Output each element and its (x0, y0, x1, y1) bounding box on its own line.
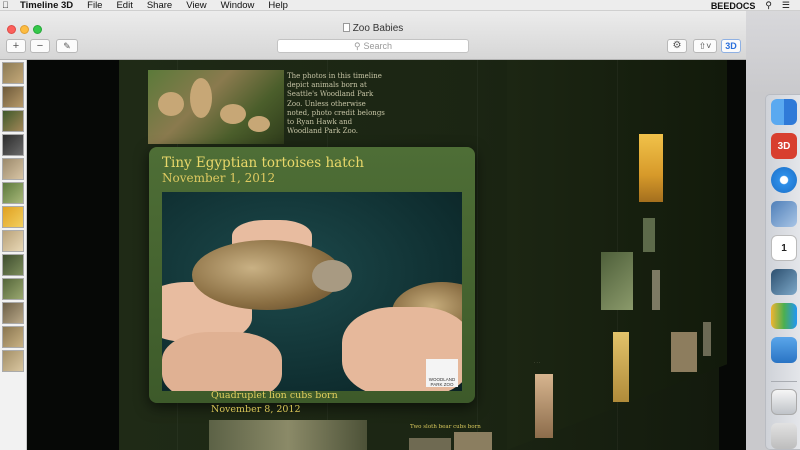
menubar-status-label[interactable]: BEEDOCS (711, 1, 756, 11)
add-event-button[interactable]: + (6, 39, 26, 53)
timeline-intro-text: The photos in this timeline depict anima… (287, 72, 385, 136)
numbers-icon[interactable] (771, 303, 797, 329)
event-thumbnail[interactable] (2, 206, 24, 228)
title-bar: Zoo Babies + − ✎ ⚲ Search ⚙ ⇧˅ 3D (0, 11, 746, 60)
event-thumbnail[interactable] (2, 230, 24, 252)
intro-photo[interactable] (148, 70, 284, 144)
far-event-title: Two sloth bear cubs born (410, 424, 481, 430)
event-thumbnail[interactable] (2, 350, 24, 372)
far-event-photo[interactable] (652, 270, 660, 310)
tortoise-head-shape (312, 260, 352, 292)
event-photo[interactable] (209, 420, 367, 450)
event-thumbnail[interactable] (2, 326, 24, 348)
far-event-photo[interactable] (535, 374, 553, 438)
lion-cub-shape (158, 92, 184, 116)
event-thumbnail[interactable] (2, 134, 24, 156)
far-event-photo[interactable] (639, 134, 663, 202)
menu-help[interactable]: Help (268, 0, 288, 11)
event-title: Tiny Egyptian tortoises hatch (162, 155, 364, 171)
minus-icon: − (36, 39, 44, 52)
settings-button[interactable]: ⚙ (667, 39, 687, 53)
calendar-icon[interactable]: 1 (771, 235, 797, 261)
trash-icon[interactable] (771, 389, 797, 415)
event-date: November 8, 2012 (211, 404, 301, 415)
timeline-3d-view[interactable]: The photos in this timeline depict anima… (27, 60, 746, 450)
control-center-icon[interactable]: ☰ (782, 0, 790, 11)
menu-app-name[interactable]: Timeline 3D (20, 0, 73, 11)
event-card-lion-cubs[interactable]: Quadruplet lion cubs born November 8, 20… (197, 386, 367, 450)
share-button[interactable]: ⇧˅ (693, 39, 717, 53)
lion-cub-shape (220, 104, 246, 124)
menu-file[interactable]: File (87, 0, 102, 11)
event-thumbnail[interactable] (2, 278, 24, 300)
far-event-photo[interactable] (671, 332, 697, 372)
menu-view[interactable]: View (186, 0, 206, 11)
window-title-text: Zoo Babies (352, 23, 404, 34)
lion-cub-shape (248, 116, 270, 132)
far-event-caption: · · · (534, 360, 541, 365)
event-thumbnail[interactable] (2, 86, 24, 108)
far-event-photo[interactable] (703, 322, 711, 356)
far-event-photo[interactable] (454, 432, 492, 450)
event-thumbnail-list (0, 60, 27, 450)
search-placeholder: Search (363, 41, 393, 51)
3d-mode-button[interactable]: 3D (721, 39, 741, 53)
menu-edit[interactable]: Edit (116, 0, 132, 11)
event-thumbnail[interactable] (2, 182, 24, 204)
plus-icon: + (12, 39, 20, 52)
edit-button[interactable]: ✎ (56, 39, 78, 53)
downloads-stack-icon[interactable] (771, 423, 797, 449)
window-title: Zoo Babies (0, 23, 746, 34)
spotlight-search-icon[interactable]: ⚲ (765, 0, 772, 11)
woodland-park-zoo-logo: WOODLAND PARK ZOO (426, 359, 458, 387)
keynote-icon[interactable] (771, 337, 797, 363)
event-thumbnail[interactable] (2, 254, 24, 276)
app-window: Zoo Babies + − ✎ ⚲ Search ⚙ ⇧˅ 3D The ph… (0, 11, 746, 450)
hand-shape (162, 332, 282, 391)
far-event-photo[interactable] (409, 438, 451, 450)
event-photo[interactable]: WOODLAND PARK ZOO (162, 192, 462, 391)
menu-share[interactable]: Share (147, 0, 172, 11)
remove-event-button[interactable]: − (30, 39, 50, 53)
menu-window[interactable]: Window (221, 0, 255, 11)
gear-icon: ⚙ (672, 40, 682, 51)
document-icon (342, 23, 350, 32)
share-icon: ⇧˅ (698, 40, 712, 51)
finder-icon[interactable] (771, 99, 797, 125)
event-thumbnail[interactable] (2, 110, 24, 132)
desktop-background (746, 11, 800, 94)
lion-cub-shape (190, 78, 212, 118)
event-date: November 1, 2012 (162, 171, 276, 185)
far-event-photo[interactable] (601, 252, 633, 310)
event-thumbnail[interactable] (2, 62, 24, 84)
search-icon: ⚲ (353, 40, 361, 51)
photo-app-icon[interactable] (771, 269, 797, 295)
far-event-photo[interactable] (613, 332, 629, 402)
menu-bar:  Timeline 3D File Edit Share View Windo… (0, 0, 800, 11)
far-event-photo[interactable] (643, 218, 655, 252)
timeline-3d-icon[interactable]: 3D (771, 133, 797, 159)
apple-icon[interactable]:  (2, 0, 10, 11)
event-thumbnail[interactable] (2, 158, 24, 180)
event-thumbnail[interactable] (2, 302, 24, 324)
timeline-gridline (477, 60, 478, 450)
event-card-tortoises[interactable]: Tiny Egyptian tortoises hatch November 1… (149, 147, 475, 403)
event-title: Quadruplet lion cubs born (211, 390, 338, 401)
dock: 3D 1 (765, 94, 800, 450)
preview-icon[interactable] (771, 201, 797, 227)
dock-divider (771, 381, 797, 382)
safari-icon[interactable] (771, 167, 797, 193)
pencil-icon: ✎ (63, 40, 71, 51)
search-field[interactable]: ⚲ Search (277, 39, 469, 53)
